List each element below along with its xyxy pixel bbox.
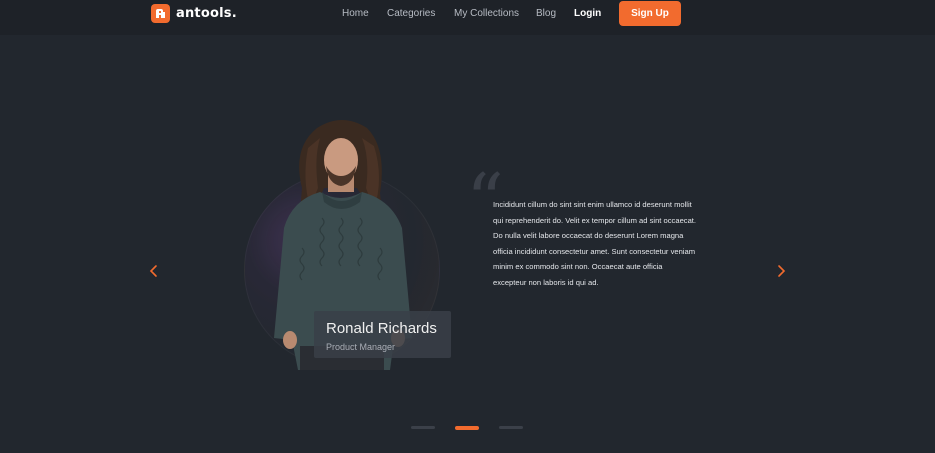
nav-blog-link[interactable]: Blog xyxy=(536,8,556,19)
quote-line: excepteur non laboris id qui ad. xyxy=(493,277,599,287)
carousel-dot-3[interactable] xyxy=(499,426,523,429)
chevron-left-icon[interactable] xyxy=(148,264,160,278)
navbar: antools. Home Categories My Collections … xyxy=(0,0,935,35)
quote-line: officia incididunt consectetur amet. Sun… xyxy=(493,246,696,256)
logo-mark-icon xyxy=(151,4,170,23)
quote-line: Do nulla velit labore occaecat do deseru… xyxy=(493,231,684,241)
nav-home-link[interactable]: Home xyxy=(342,8,369,19)
nav-login-link[interactable]: Login xyxy=(574,8,601,19)
nav-categories-link[interactable]: Categories xyxy=(387,8,435,19)
quote-line: Incididunt cillum do sint sint enim ulla… xyxy=(493,200,692,209)
quote-line: qui reprehenderit do. Velit ex tempor ci… xyxy=(493,215,697,225)
carousel-dot-2-active[interactable] xyxy=(455,426,479,430)
quote-line: minim ex commodo sint non. Occaecat aute… xyxy=(493,262,663,272)
person-name: Ronald Richards xyxy=(326,320,437,337)
sign-up-button[interactable]: Sign Up xyxy=(619,1,681,26)
carousel-dot-1[interactable] xyxy=(411,426,435,429)
brand-logo[interactable]: antools. xyxy=(151,4,237,23)
brand-name: antools. xyxy=(176,6,237,21)
person-role: Product Manager xyxy=(326,342,396,352)
nav-my-collections-link[interactable]: My Collections xyxy=(454,8,519,19)
testimonial-name-card: Ronald Richards Product Manager xyxy=(314,311,451,358)
testimonial-quote: Incididunt cillum do sint sint enim ulla… xyxy=(493,197,703,291)
chevron-right-icon[interactable] xyxy=(775,264,787,278)
